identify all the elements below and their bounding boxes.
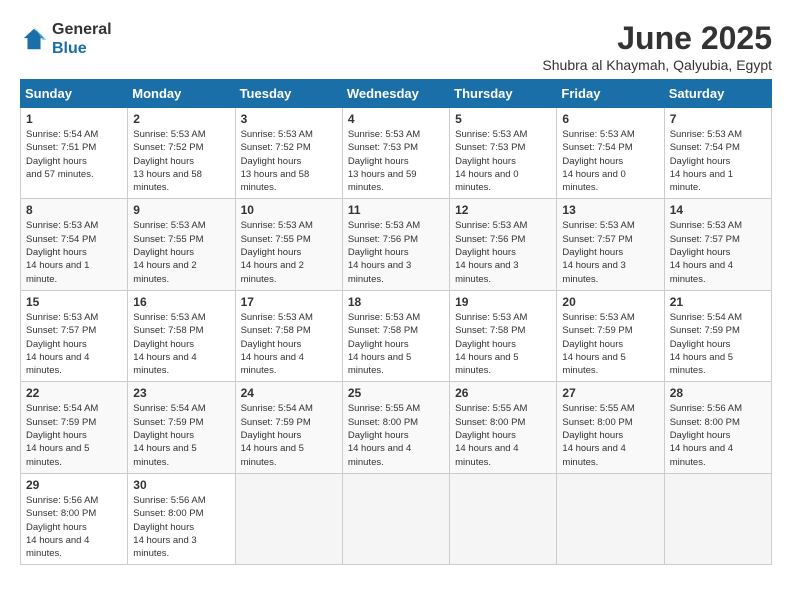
calendar-day-5: 5Sunrise: 5:53 AMSunset: 7:53 PMDaylight… bbox=[450, 108, 557, 199]
logo-text: General Blue bbox=[52, 20, 112, 58]
calendar-day-empty bbox=[235, 473, 342, 564]
calendar-week-3: 15Sunrise: 5:53 AMSunset: 7:57 PMDayligh… bbox=[21, 290, 772, 381]
day-header-tuesday: Tuesday bbox=[235, 80, 342, 108]
calendar-day-29: 29Sunrise: 5:56 AMSunset: 8:00 PMDayligh… bbox=[21, 473, 128, 564]
calendar-header-row: SundayMondayTuesdayWednesdayThursdayFrid… bbox=[21, 80, 772, 108]
calendar-day-8: 8Sunrise: 5:53 AMSunset: 7:54 PMDaylight… bbox=[21, 199, 128, 290]
calendar-day-20: 20Sunrise: 5:53 AMSunset: 7:59 PMDayligh… bbox=[557, 290, 664, 381]
calendar-day-23: 23Sunrise: 5:54 AMSunset: 7:59 PMDayligh… bbox=[128, 382, 235, 473]
logo-general: General bbox=[52, 20, 112, 39]
calendar-day-11: 11Sunrise: 5:53 AMSunset: 7:56 PMDayligh… bbox=[342, 199, 449, 290]
calendar-day-4: 4Sunrise: 5:53 AMSunset: 7:53 PMDaylight… bbox=[342, 108, 449, 199]
location: Shubra al Khaymah, Qalyubia, Egypt bbox=[542, 57, 772, 73]
calendar-week-4: 22Sunrise: 5:54 AMSunset: 7:59 PMDayligh… bbox=[21, 382, 772, 473]
calendar-day-26: 26Sunrise: 5:55 AMSunset: 8:00 PMDayligh… bbox=[450, 382, 557, 473]
calendar-day-2: 2Sunrise: 5:53 AMSunset: 7:52 PMDaylight… bbox=[128, 108, 235, 199]
calendar-day-28: 28Sunrise: 5:56 AMSunset: 8:00 PMDayligh… bbox=[664, 382, 771, 473]
calendar-day-13: 13Sunrise: 5:53 AMSunset: 7:57 PMDayligh… bbox=[557, 199, 664, 290]
day-header-monday: Monday bbox=[128, 80, 235, 108]
calendar-day-30: 30Sunrise: 5:56 AMSunset: 8:00 PMDayligh… bbox=[128, 473, 235, 564]
page-header: General Blue June 2025 Shubra al Khaymah… bbox=[20, 20, 772, 73]
calendar-table: SundayMondayTuesdayWednesdayThursdayFrid… bbox=[20, 79, 772, 565]
day-header-wednesday: Wednesday bbox=[342, 80, 449, 108]
calendar-day-7: 7Sunrise: 5:53 AMSunset: 7:54 PMDaylight… bbox=[664, 108, 771, 199]
calendar-day-15: 15Sunrise: 5:53 AMSunset: 7:57 PMDayligh… bbox=[21, 290, 128, 381]
day-header-friday: Friday bbox=[557, 80, 664, 108]
calendar-day-1: 1Sunrise: 5:54 AMSunset: 7:51 PMDaylight… bbox=[21, 108, 128, 199]
month-title: June 2025 bbox=[542, 20, 772, 57]
logo: General Blue bbox=[20, 20, 112, 58]
title-block: June 2025 Shubra al Khaymah, Qalyubia, E… bbox=[542, 20, 772, 73]
day-header-saturday: Saturday bbox=[664, 80, 771, 108]
calendar-day-18: 18Sunrise: 5:53 AMSunset: 7:58 PMDayligh… bbox=[342, 290, 449, 381]
calendar-day-22: 22Sunrise: 5:54 AMSunset: 7:59 PMDayligh… bbox=[21, 382, 128, 473]
calendar-day-empty bbox=[664, 473, 771, 564]
logo-icon bbox=[20, 25, 48, 53]
calendar-day-24: 24Sunrise: 5:54 AMSunset: 7:59 PMDayligh… bbox=[235, 382, 342, 473]
calendar-day-16: 16Sunrise: 5:53 AMSunset: 7:58 PMDayligh… bbox=[128, 290, 235, 381]
calendar-day-25: 25Sunrise: 5:55 AMSunset: 8:00 PMDayligh… bbox=[342, 382, 449, 473]
calendar-day-14: 14Sunrise: 5:53 AMSunset: 7:57 PMDayligh… bbox=[664, 199, 771, 290]
calendar-day-empty bbox=[557, 473, 664, 564]
calendar-day-9: 9Sunrise: 5:53 AMSunset: 7:55 PMDaylight… bbox=[128, 199, 235, 290]
calendar-week-2: 8Sunrise: 5:53 AMSunset: 7:54 PMDaylight… bbox=[21, 199, 772, 290]
calendar-week-5: 29Sunrise: 5:56 AMSunset: 8:00 PMDayligh… bbox=[21, 473, 772, 564]
calendar-day-empty bbox=[342, 473, 449, 564]
day-header-thursday: Thursday bbox=[450, 80, 557, 108]
calendar-day-17: 17Sunrise: 5:53 AMSunset: 7:58 PMDayligh… bbox=[235, 290, 342, 381]
calendar-day-27: 27Sunrise: 5:55 AMSunset: 8:00 PMDayligh… bbox=[557, 382, 664, 473]
calendar-week-1: 1Sunrise: 5:54 AMSunset: 7:51 PMDaylight… bbox=[21, 108, 772, 199]
calendar-day-3: 3Sunrise: 5:53 AMSunset: 7:52 PMDaylight… bbox=[235, 108, 342, 199]
calendar-day-21: 21Sunrise: 5:54 AMSunset: 7:59 PMDayligh… bbox=[664, 290, 771, 381]
logo-blue: Blue bbox=[52, 39, 112, 58]
calendar-day-6: 6Sunrise: 5:53 AMSunset: 7:54 PMDaylight… bbox=[557, 108, 664, 199]
calendar-day-19: 19Sunrise: 5:53 AMSunset: 7:58 PMDayligh… bbox=[450, 290, 557, 381]
calendar-day-12: 12Sunrise: 5:53 AMSunset: 7:56 PMDayligh… bbox=[450, 199, 557, 290]
calendar-day-10: 10Sunrise: 5:53 AMSunset: 7:55 PMDayligh… bbox=[235, 199, 342, 290]
calendar-day-empty bbox=[450, 473, 557, 564]
day-header-sunday: Sunday bbox=[21, 80, 128, 108]
